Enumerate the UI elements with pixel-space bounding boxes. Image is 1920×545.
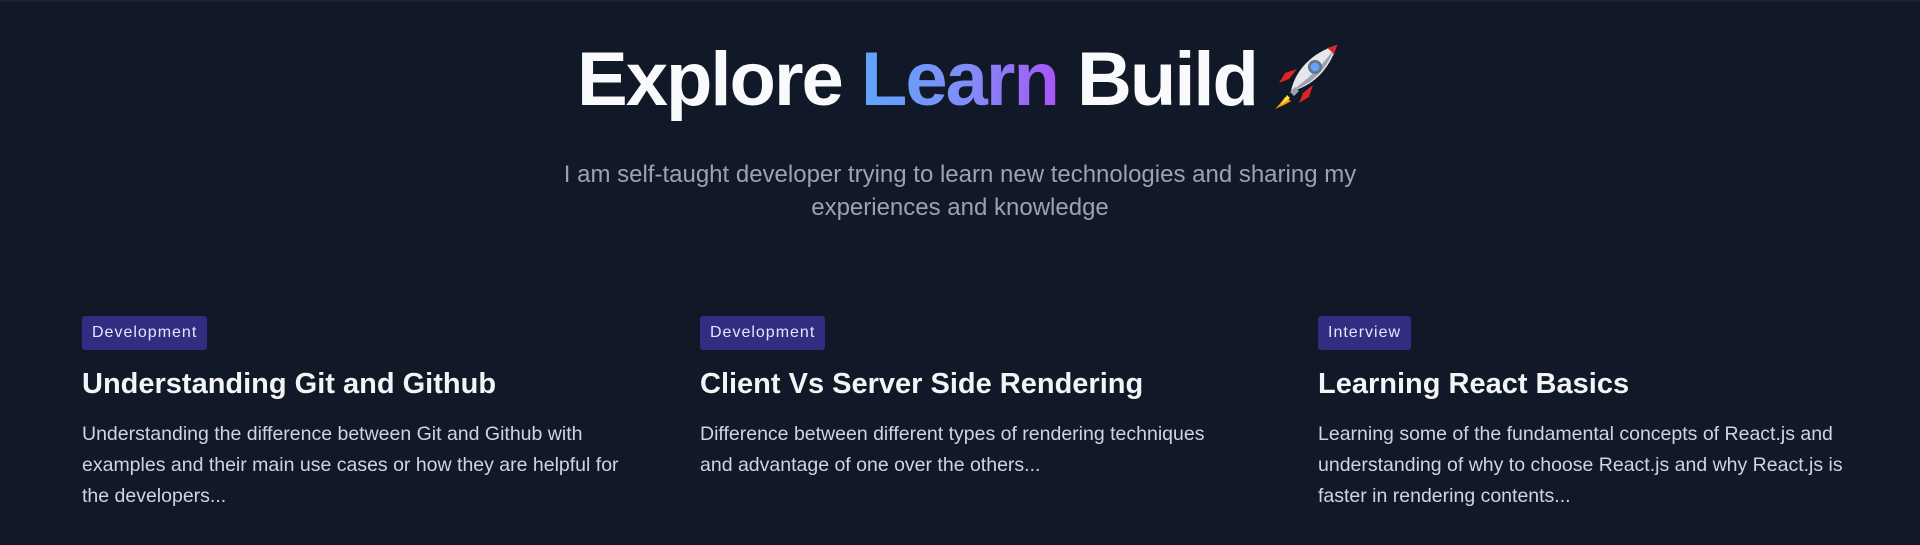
category-badge[interactable]: Interview <box>1318 316 1412 350</box>
post-title[interactable]: Understanding Git and Github <box>82 364 622 404</box>
rocket-icon <box>1271 36 1343 136</box>
post-card[interactable]: Development Understanding Git and Github… <box>82 316 622 512</box>
hero-section: Explore Learn Build I am self-taught dev… <box>0 30 1920 224</box>
hero-title: Explore Learn Build <box>0 30 1920 136</box>
posts-grid: Development Understanding Git and Github… <box>82 316 1862 545</box>
post-description: Learning some of the fundamental concept… <box>1318 423 1843 507</box>
post-description: Difference between different types of re… <box>700 423 1205 476</box>
category-badge[interactable]: Development <box>700 316 826 350</box>
hero-title-build: Build <box>1057 37 1259 122</box>
post-title[interactable]: Learning React Basics <box>1318 364 1858 404</box>
post-card[interactable]: Interview Learning React Basics Learning… <box>1318 316 1858 512</box>
hero-title-explore: Explore <box>577 37 861 122</box>
hero-title-learn: Learn <box>860 37 1060 122</box>
category-badge[interactable]: Development <box>82 316 208 350</box>
top-border <box>0 0 1920 2</box>
post-title[interactable]: Client Vs Server Side Rendering <box>700 364 1240 404</box>
hero-subtitle: I am self-taught developer trying to lea… <box>563 161 1357 221</box>
post-card[interactable]: Development Client Vs Server Side Render… <box>700 316 1240 481</box>
post-description: Understanding the difference between Git… <box>82 423 619 507</box>
